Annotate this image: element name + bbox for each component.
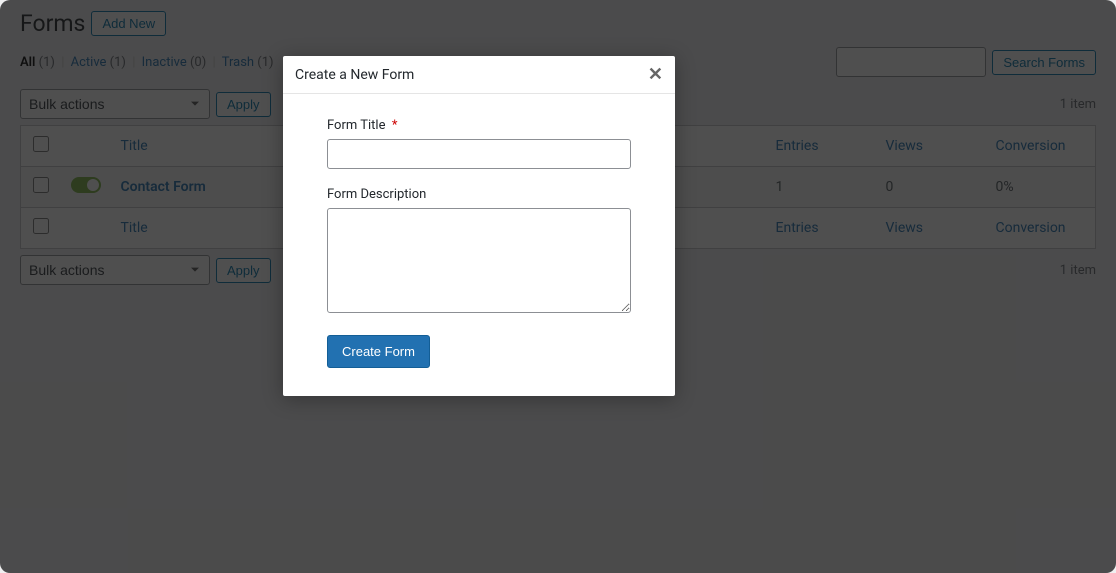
modal-header: Create a New Form ✕	[283, 56, 675, 94]
required-asterisk: *	[392, 118, 398, 133]
close-icon[interactable]: ✕	[648, 64, 663, 85]
form-title-input[interactable]	[327, 139, 631, 169]
create-form-modal: Create a New Form ✕ Form Title * Form De…	[283, 56, 675, 396]
form-description-label: Form Description	[327, 187, 631, 202]
form-description-textarea[interactable]	[327, 208, 631, 313]
modal-body: Form Title * Form Description Create For…	[283, 94, 675, 396]
create-form-button[interactable]: Create Form	[327, 335, 430, 368]
modal-title: Create a New Form	[295, 67, 414, 83]
form-title-label: Form Title *	[327, 118, 631, 133]
